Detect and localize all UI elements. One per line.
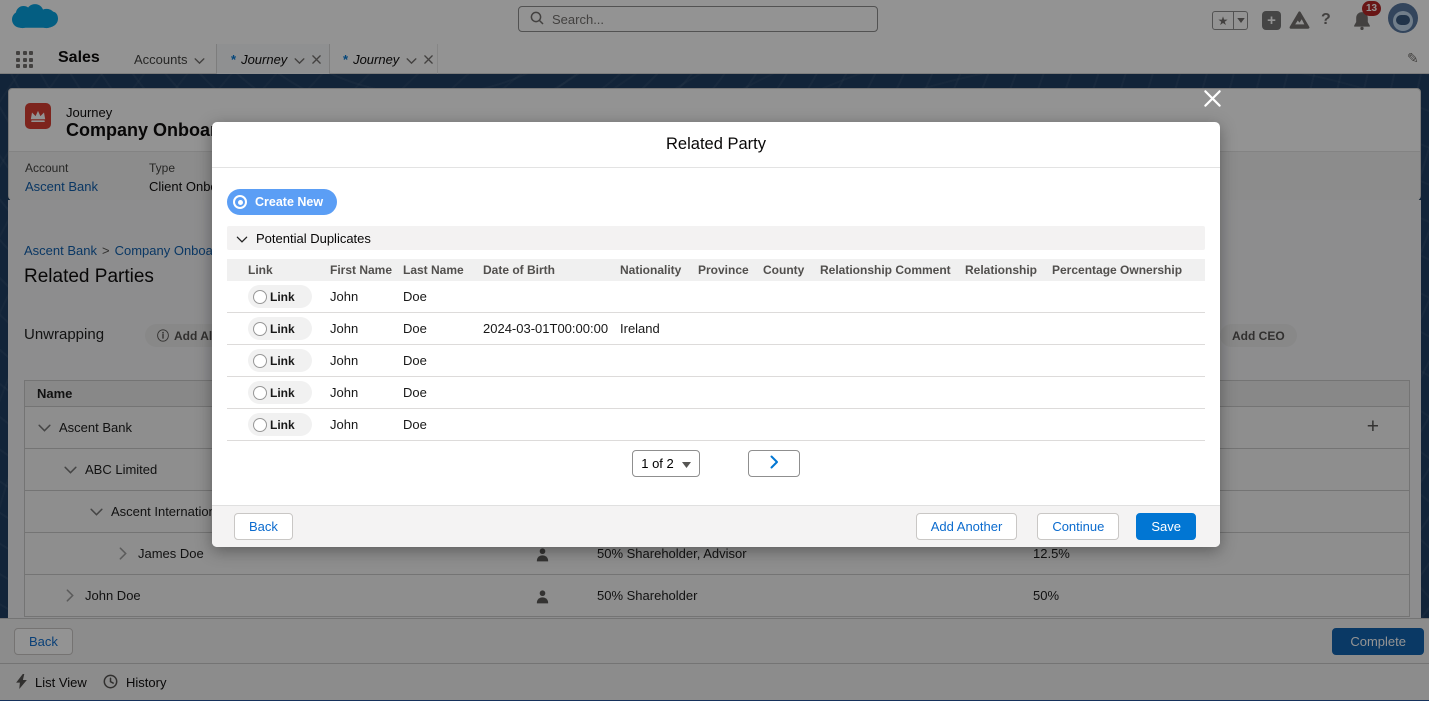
create-new-label: Create New [255,195,323,209]
link-button[interactable]: Link [248,349,312,372]
cell-first-name: John [330,417,403,432]
pagination: 1 of 2 [212,450,1220,477]
duplicate-row: Link John Doe 2024-03-01T00:00:00 Irelan… [227,313,1205,345]
cell-last-name: Doe [403,385,483,400]
col-date-of-birth: Date of Birth [483,263,620,277]
cell-first-name: John [330,385,403,400]
link-button[interactable]: Link [248,285,312,308]
link-label: Link [270,290,295,304]
col-first-name: First Name [330,263,403,277]
continue-button[interactable]: Continue [1037,513,1119,540]
radio-unselected-icon [253,418,267,432]
radio-unselected-icon [253,290,267,304]
save-button[interactable]: Save [1136,513,1196,540]
modal-title: Related Party [212,122,1220,168]
duplicate-row: Link John Doe [227,409,1205,441]
cell-last-name: Doe [403,353,483,368]
col-link: Link [248,263,330,277]
link-label: Link [270,386,295,400]
link-button[interactable]: Link [248,317,312,340]
col-nationality: Nationality [620,263,698,277]
cell-last-name: Doe [403,321,483,336]
cell-first-name: John [330,353,403,368]
col-county: County [763,263,820,277]
add-another-button[interactable]: Add Another [916,513,1018,540]
col-percentage-ownership: Percentage Ownership [1052,263,1202,277]
link-button[interactable]: Link [248,413,312,436]
radio-unselected-icon [253,386,267,400]
link-label: Link [270,322,295,336]
col-relationship: Relationship [965,263,1052,277]
cell-date-of-birth: 2024-03-01T00:00:00 [483,321,620,336]
duplicates-table-header: Link First Name Last Name Date of Birth … [227,259,1205,281]
related-party-modal: Related Party Create New Potential Dupli… [212,122,1220,547]
col-last-name: Last Name [403,263,483,277]
page-indicator: 1 of 2 [641,456,674,471]
cell-last-name: Doe [403,289,483,304]
create-new-toggle[interactable]: Create New [227,189,337,215]
caret-down-icon [682,456,691,471]
duplicate-row: Link John Doe [227,281,1205,313]
section-label: Potential Duplicates [256,231,371,246]
radio-selected-icon [233,195,247,209]
link-label: Link [270,354,295,368]
page-select-dropdown[interactable]: 1 of 2 [632,450,700,477]
duplicate-row: Link John Doe [227,377,1205,409]
modal-close-icon[interactable] [1203,89,1222,111]
cell-last-name: Doe [403,417,483,432]
modal-footer: Back Add Another Continue Save [212,505,1220,547]
radio-unselected-icon [253,322,267,336]
chevron-down-icon [236,231,248,246]
cell-first-name: John [330,321,403,336]
cell-nationality: Ireland [620,321,698,336]
next-page-button[interactable] [748,450,800,477]
modal-back-button[interactable]: Back [234,513,293,540]
chevron-right-icon [770,455,779,472]
duplicates-table-body: Link John Doe Link John Doe 2024-03-01T0… [227,281,1205,441]
radio-unselected-icon [253,354,267,368]
col-province: Province [698,263,763,277]
cell-first-name: John [330,289,403,304]
link-label: Link [270,418,295,432]
duplicate-row: Link John Doe [227,345,1205,377]
col-relationship-comment: Relationship Comment [820,263,965,277]
link-button[interactable]: Link [248,381,312,404]
potential-duplicates-section[interactable]: Potential Duplicates [227,226,1205,250]
